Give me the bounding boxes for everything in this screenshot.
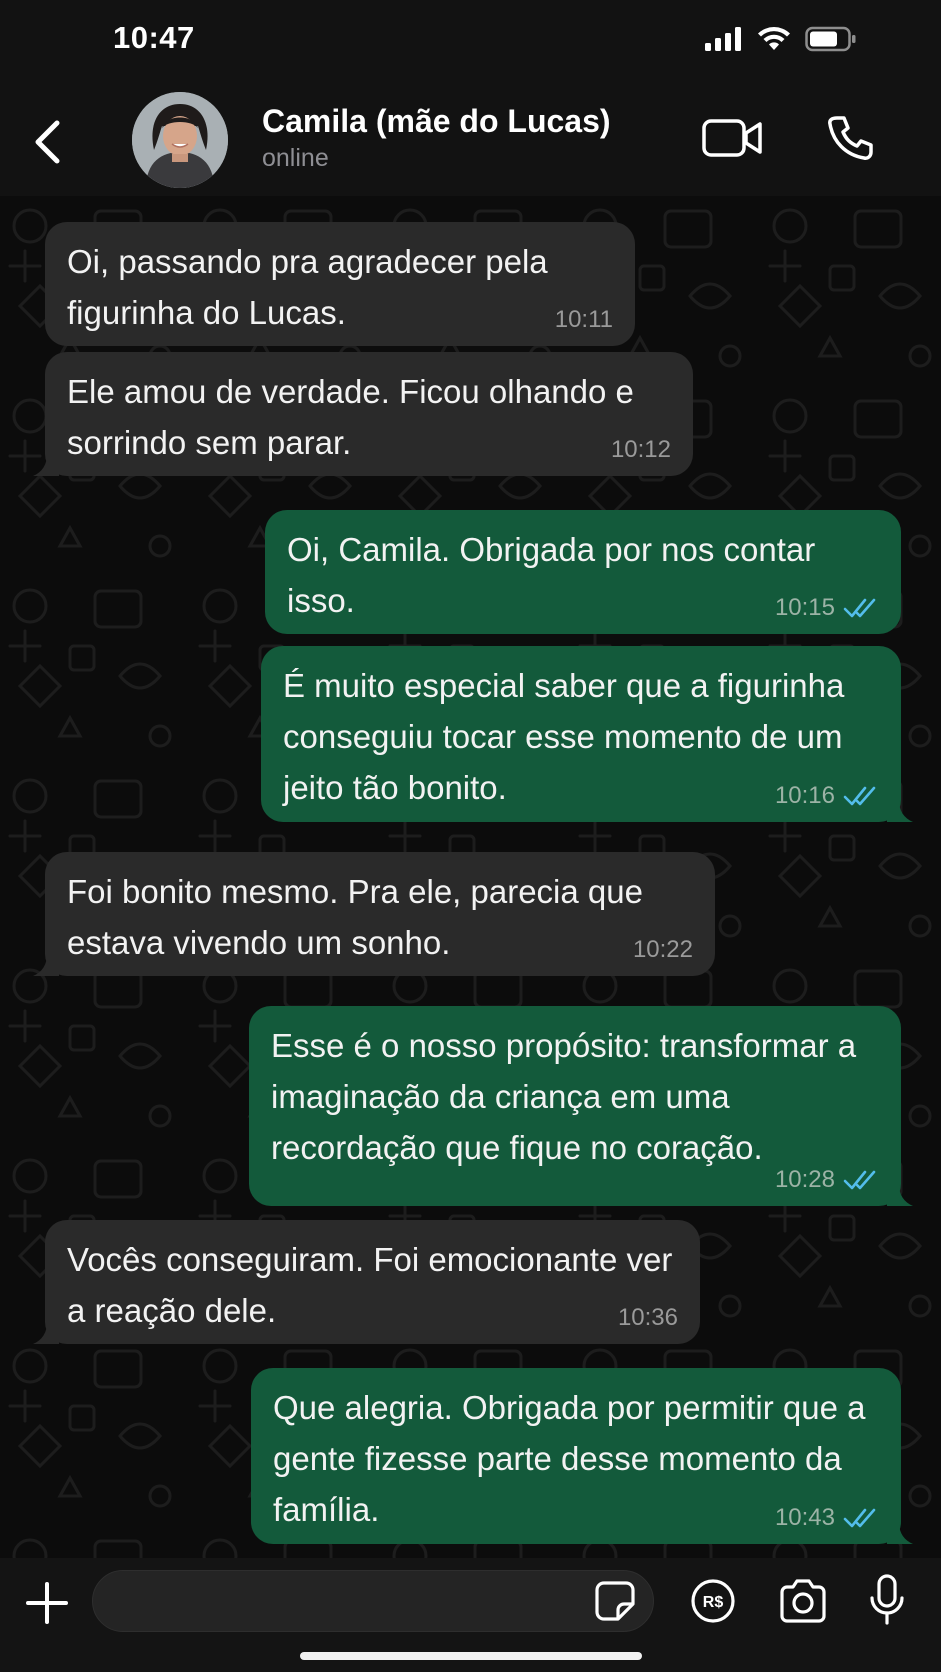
contact-name[interactable]: Camila (mãe do Lucas) xyxy=(262,103,611,140)
message-meta: 10:11 xyxy=(555,306,613,334)
back-chevron-icon xyxy=(35,120,60,164)
message-text: Esse é o nosso propósito: transformar a … xyxy=(271,1027,857,1166)
message-time: 10:36 xyxy=(617,1304,678,1331)
bubble-tail xyxy=(33,954,59,976)
message-time: 10:22 xyxy=(632,936,693,963)
message-meta: 10:22 xyxy=(633,936,693,964)
input-bar: R$ xyxy=(0,1558,941,1672)
message-input[interactable] xyxy=(92,1570,654,1632)
message-outgoing[interactable]: É muito especial saber que a figurinha c… xyxy=(261,646,913,822)
message-incoming[interactable]: Oi, passando pra agradecer pela figurinh… xyxy=(45,222,635,346)
status-bar: 10:47 xyxy=(0,0,941,90)
message-text: Vocês conseguiram. Foi emocionante ver a… xyxy=(67,1241,673,1329)
wifi-icon xyxy=(758,27,790,50)
video-call-icon xyxy=(702,119,762,157)
double-check-icon xyxy=(843,786,876,806)
message-meta: 10:43 xyxy=(775,1504,879,1532)
status-icons xyxy=(705,26,857,52)
bubble-tail xyxy=(33,454,59,476)
voice-call-button[interactable] xyxy=(820,108,880,168)
battery-icon xyxy=(805,26,856,52)
message-meta: 10:28 xyxy=(775,1166,879,1194)
phone-icon xyxy=(828,116,873,160)
message-incoming[interactable]: Vocês conseguiram. Foi emocionante ver a… xyxy=(33,1220,700,1344)
message-outgoing[interactable]: Que alegria. Obrigada por permitir que a… xyxy=(251,1368,913,1544)
back-button[interactable] xyxy=(22,112,72,172)
bubble-tail xyxy=(887,1522,913,1544)
message-text: Ele amou de verdade. Ficou olhando e sor… xyxy=(67,373,634,461)
message-meta: 10:36 xyxy=(618,1304,678,1332)
message-meta: 10:16 xyxy=(775,782,879,810)
contact-avatar[interactable] xyxy=(132,92,228,188)
message-time: 10:28 xyxy=(774,1166,835,1193)
contact-status: online xyxy=(262,144,329,172)
video-call-button[interactable] xyxy=(700,108,766,168)
status-time: 10:47 xyxy=(113,20,195,55)
signal-icon xyxy=(705,27,741,51)
message-meta: 10:12 xyxy=(611,436,671,464)
double-check-icon xyxy=(843,1170,876,1190)
message-meta: 10:15 xyxy=(775,594,879,622)
double-check-icon xyxy=(843,1508,876,1528)
message-time: 10:11 xyxy=(554,306,613,333)
sticker-icon[interactable] xyxy=(594,1580,636,1622)
message-outgoing[interactable]: Esse é o nosso propósito: transformar a … xyxy=(249,1006,913,1206)
message-time: 10:43 xyxy=(774,1504,835,1531)
home-indicator xyxy=(300,1652,642,1660)
bubble-tail xyxy=(887,1184,913,1206)
message-time: 10:15 xyxy=(774,594,835,621)
pix-icon[interactable]: R$ xyxy=(690,1578,736,1624)
bubble-tail xyxy=(887,800,913,822)
mic-icon[interactable] xyxy=(868,1574,906,1626)
chat-area[interactable]: Oi, passando pra agradecer pela figurinh… xyxy=(0,196,941,1558)
message-text: Foi bonito mesmo. Pra ele, parecia que e… xyxy=(67,873,643,961)
double-check-icon xyxy=(843,598,876,618)
chat-header: Camila (mãe do Lucas) online xyxy=(0,90,941,196)
message-time: 10:12 xyxy=(610,436,671,463)
plus-icon[interactable] xyxy=(24,1580,70,1626)
message-text: Oi, passando pra agradecer pela figurinh… xyxy=(67,243,548,331)
pix-label: R$ xyxy=(703,1594,724,1611)
message-time: 10:16 xyxy=(774,782,835,809)
message-incoming[interactable]: Foi bonito mesmo. Pra ele, parecia que e… xyxy=(33,852,715,976)
avatar-photo xyxy=(132,92,228,188)
camera-icon[interactable] xyxy=(778,1578,828,1624)
bubble-tail xyxy=(33,1322,59,1344)
message-incoming[interactable]: Ele amou de verdade. Ficou olhando e sor… xyxy=(33,352,693,476)
message-outgoing[interactable]: Oi, Camila. Obrigada por nos contar isso… xyxy=(265,510,901,634)
